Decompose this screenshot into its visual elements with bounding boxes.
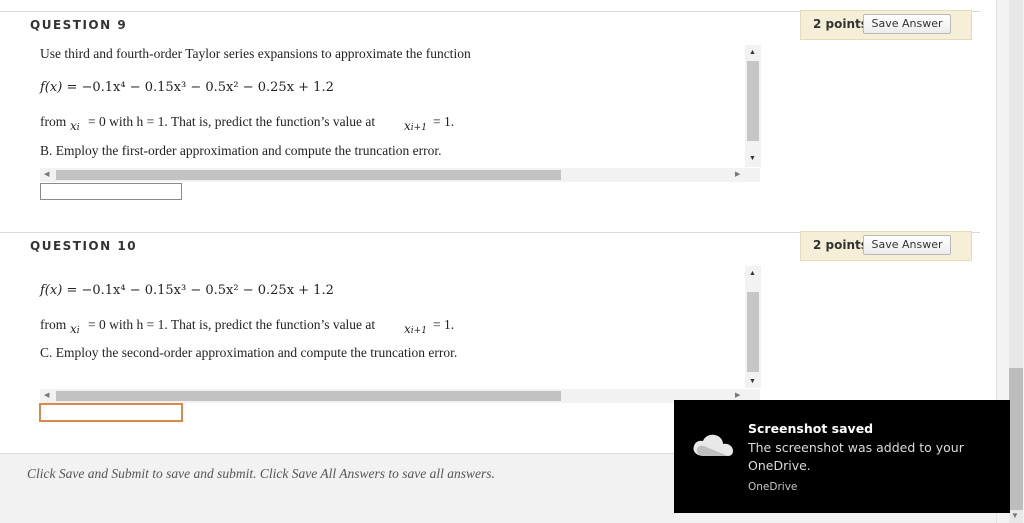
answer-input[interactable] bbox=[40, 183, 182, 200]
question-10-vertical-scrollbar[interactable]: ▲ ▼ bbox=[745, 266, 761, 388]
xi1-symbol: xi+1 bbox=[404, 119, 427, 133]
question-title: QUESTION 10 bbox=[30, 239, 138, 253]
question-9-content: Use third and fourth-order Taylor series… bbox=[40, 44, 740, 174]
from-line-middle: = 0 with h = 1. That is, predict the fun… bbox=[88, 114, 376, 129]
question-10-horizontal-scrollbar[interactable]: ◀ ▶ bbox=[40, 389, 760, 403]
from-line: from bbox=[40, 317, 66, 333]
scroll-thumb[interactable] bbox=[56, 391, 561, 401]
question-9-vertical-scrollbar[interactable]: ▲ ▼ bbox=[745, 45, 761, 167]
page-scroll-down-icon[interactable]: ▼ bbox=[1011, 512, 1019, 520]
scroll-thumb[interactable] bbox=[747, 292, 759, 372]
screenshot-saved-toast[interactable]: Screenshot saved The screenshot was adde… bbox=[674, 400, 1010, 513]
question-10-content: f(x) = −0.1x⁴ − 0.15x³ − 0.5x² − 0.25x +… bbox=[40, 270, 740, 380]
from-line-end: = 1. bbox=[433, 317, 455, 332]
save-answer-button[interactable]: Save Answer bbox=[863, 235, 951, 255]
scroll-left-arrow-icon[interactable]: ◀ bbox=[44, 171, 49, 178]
points-label: 2 points bbox=[813, 17, 868, 31]
question-10-points-box: 2 points Save Answer bbox=[800, 231, 972, 261]
from-word: from bbox=[40, 114, 67, 129]
page-scroll-thumb[interactable] bbox=[1009, 368, 1023, 510]
function-rhs: = −0.1x⁴ − 0.15x³ − 0.5x² − 0.25x + 1.2 bbox=[66, 283, 334, 298]
function-rhs: = −0.1x⁴ − 0.15x³ − 0.5x² − 0.25x + 1.2 bbox=[66, 80, 334, 95]
answer-input[interactable] bbox=[39, 403, 183, 422]
scroll-up-arrow-icon[interactable]: ▲ bbox=[749, 49, 756, 56]
question-part: B. Employ the first-order approximation … bbox=[40, 143, 442, 158]
points-label: 2 points bbox=[813, 238, 868, 252]
xi1-symbol: xi+1 bbox=[404, 322, 427, 336]
footer-instructions: Click Save and Submit to save and submit… bbox=[27, 466, 495, 481]
scroll-right-arrow-icon[interactable]: ▶ bbox=[735, 171, 740, 178]
question-9-horizontal-scrollbar[interactable]: ◀ ▶ bbox=[40, 168, 760, 182]
toast-body: The screenshot was added to your OneDriv… bbox=[748, 440, 964, 473]
question-intro: Use third and fourth-order Taylor series… bbox=[40, 46, 471, 61]
function-name: f(x) bbox=[40, 80, 63, 95]
toast-app-name: OneDrive bbox=[748, 481, 798, 493]
scroll-down-arrow-icon[interactable]: ▼ bbox=[749, 378, 756, 385]
from-line: from bbox=[40, 114, 66, 130]
onedrive-cloud-icon bbox=[693, 434, 733, 456]
scroll-down-arrow-icon[interactable]: ▼ bbox=[749, 155, 756, 162]
question-title: QUESTION 9 bbox=[30, 18, 128, 32]
from-word: from bbox=[40, 317, 67, 332]
scroll-thumb[interactable] bbox=[747, 61, 759, 141]
scroll-thumb[interactable] bbox=[56, 170, 561, 180]
scroll-left-arrow-icon[interactable]: ◀ bbox=[44, 392, 49, 399]
function-equation: f(x) = −0.1x⁴ − 0.15x³ − 0.5x² − 0.25x +… bbox=[40, 80, 334, 95]
toast-title: Screenshot saved bbox=[748, 421, 874, 436]
question-9-points-box: 2 points Save Answer bbox=[800, 10, 972, 40]
xi-symbol: xi bbox=[70, 119, 80, 133]
scroll-up-arrow-icon[interactable]: ▲ bbox=[749, 270, 756, 277]
from-line-middle: = 0 with h = 1. That is, predict the fun… bbox=[88, 317, 376, 332]
save-answer-button[interactable]: Save Answer bbox=[863, 14, 951, 34]
from-line-end: = 1. bbox=[433, 114, 455, 129]
function-name: f(x) bbox=[40, 283, 63, 298]
function-equation: f(x) = −0.1x⁴ − 0.15x³ − 0.5x² − 0.25x +… bbox=[40, 283, 334, 298]
scroll-right-arrow-icon[interactable]: ▶ bbox=[735, 392, 740, 399]
xi-symbol: xi bbox=[70, 322, 80, 336]
question-part: C. Employ the second-order approximation… bbox=[40, 345, 458, 360]
